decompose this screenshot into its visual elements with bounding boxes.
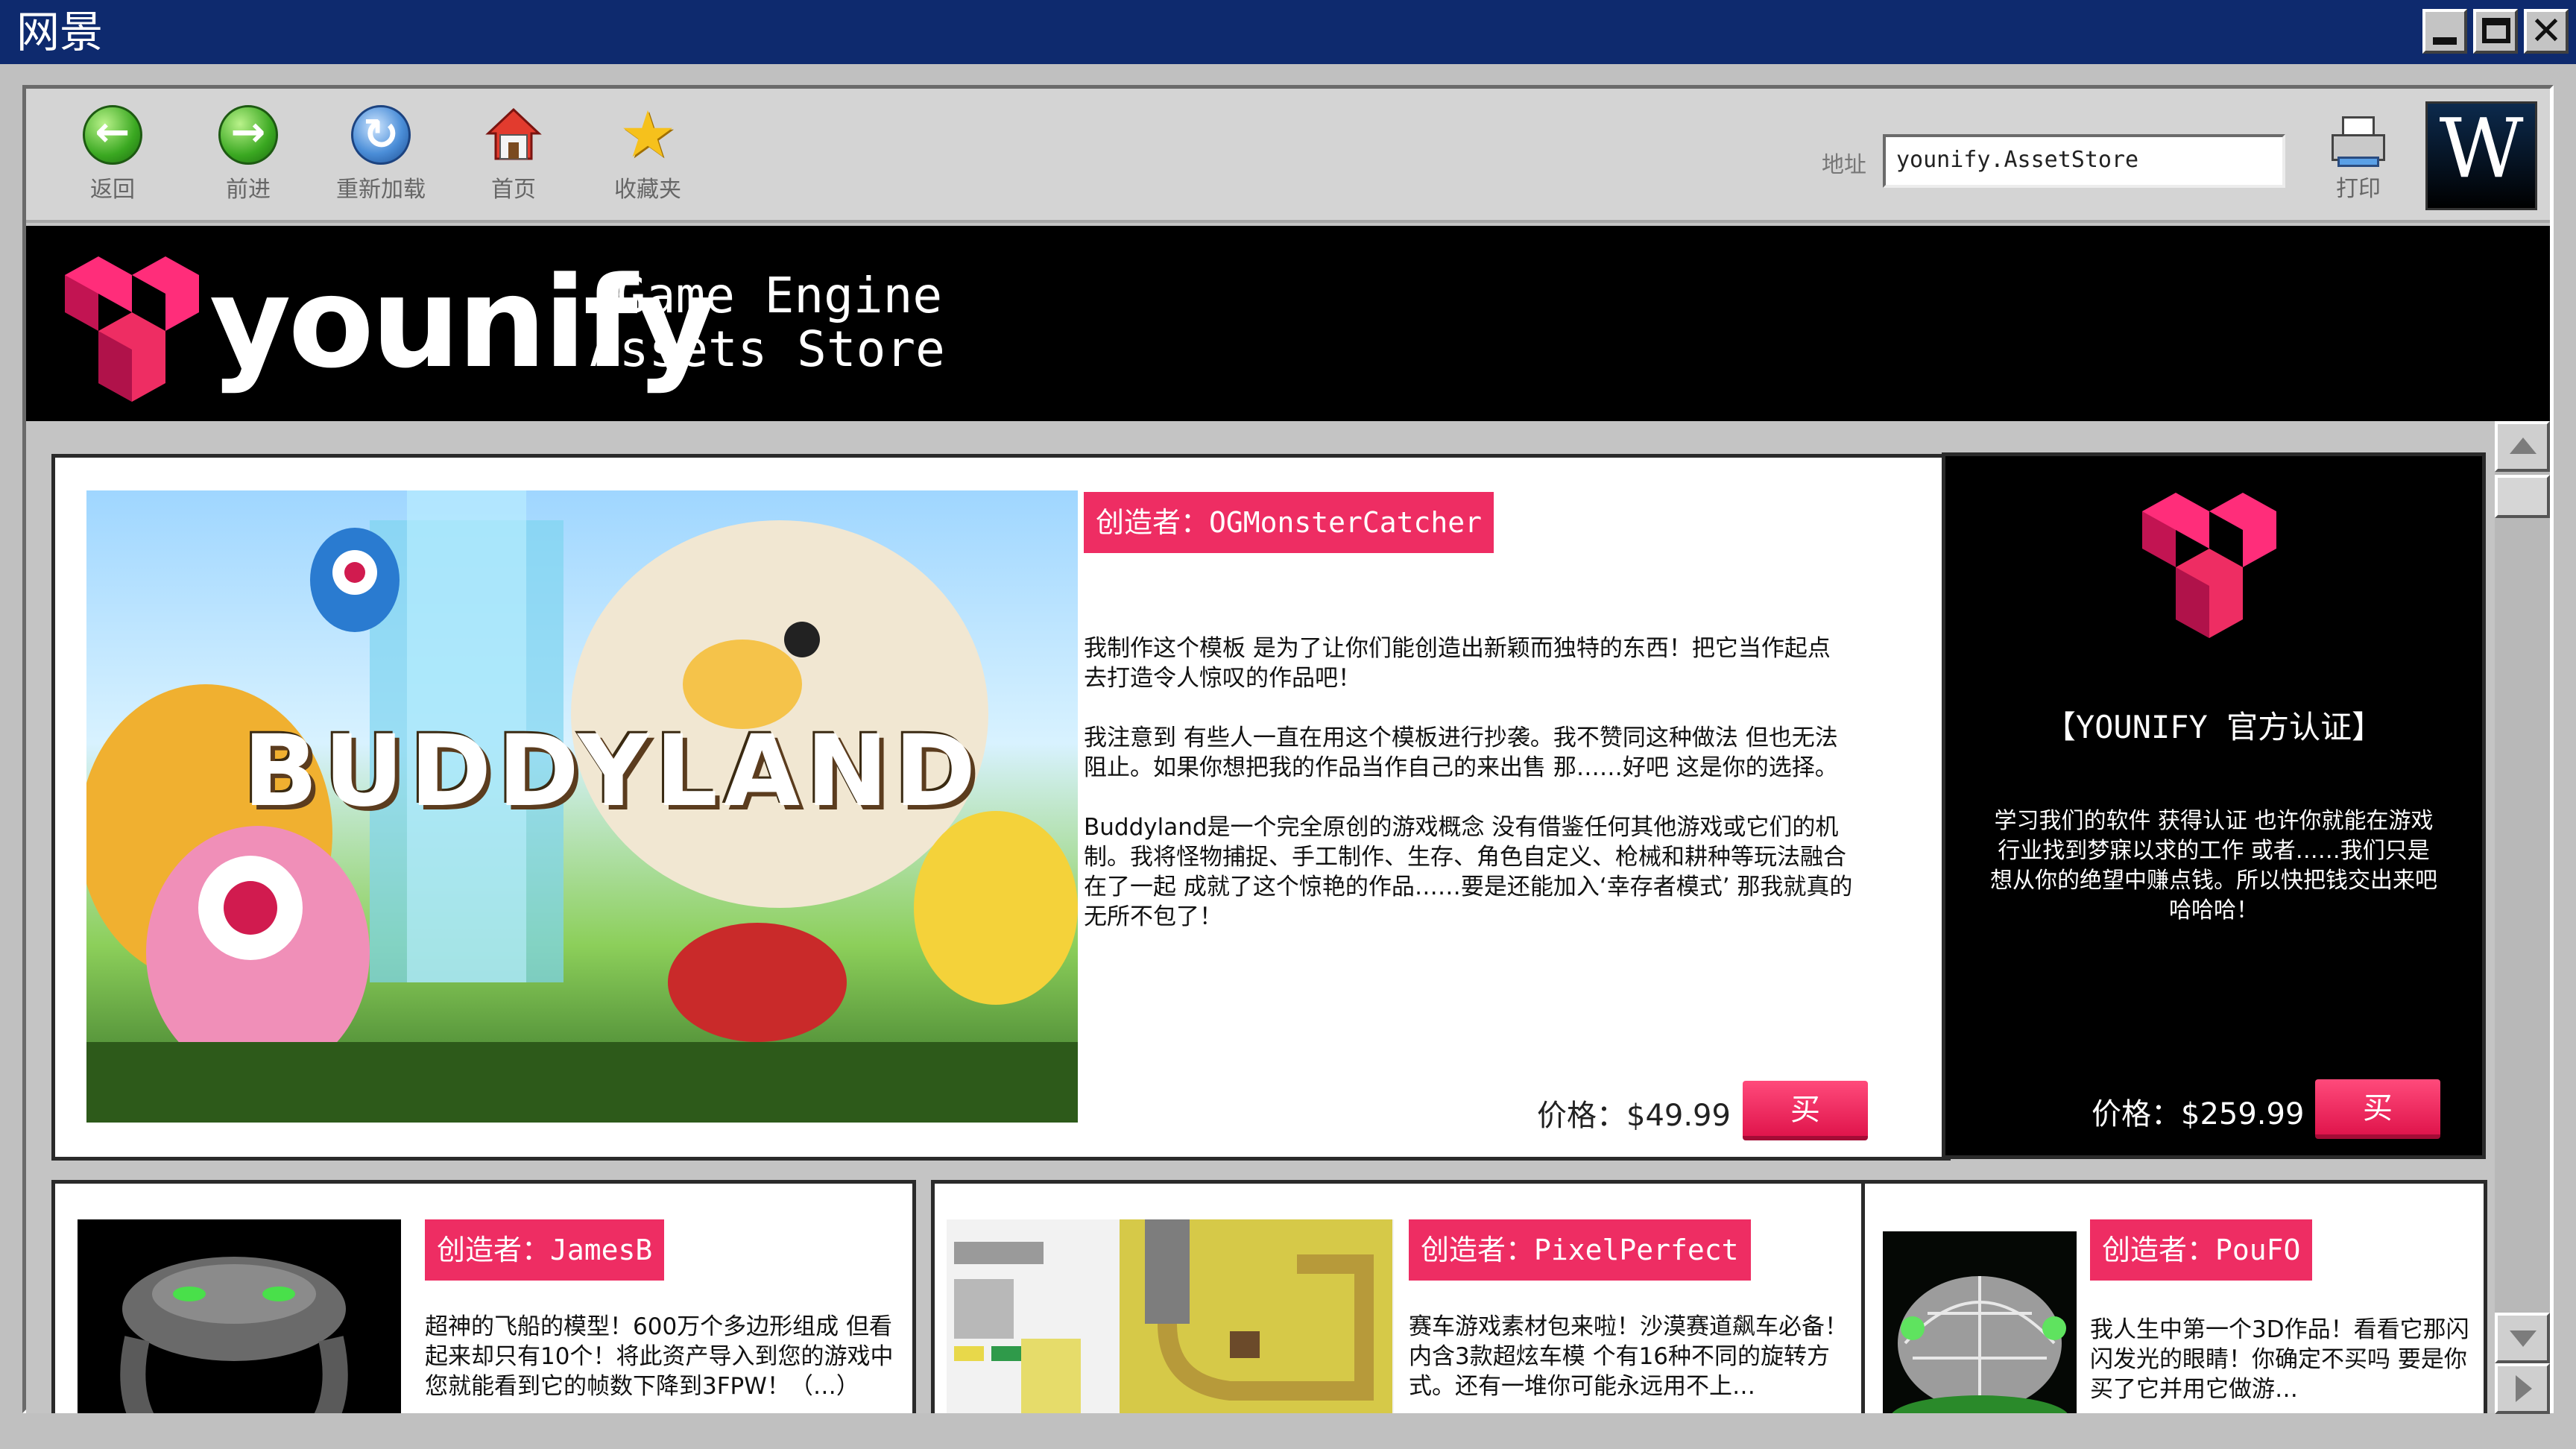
browser-logo: W bbox=[2425, 101, 2537, 210]
favorites-label: 收藏夹 bbox=[614, 177, 681, 203]
site-banner: younify Game Engine Assets Store bbox=[26, 226, 2550, 421]
chevron-down-icon bbox=[2510, 1330, 2536, 1347]
back-label: 返回 bbox=[90, 177, 135, 203]
official-price: 价格：$259.99 bbox=[2092, 1097, 2305, 1131]
window-titlebar: 网景 ✕ bbox=[0, 0, 2576, 64]
forward-label: 前进 bbox=[226, 177, 271, 203]
featured-paragraph-3: Buddyland是一个完全原创的游戏概念 没有借鉴任何其他游戏或它们的机制。我… bbox=[1084, 814, 1853, 930]
reload-icon: ↻ bbox=[351, 105, 411, 165]
address-label: 地址 bbox=[1822, 152, 1866, 178]
featured-description: 我制作这个模板 是为了让你们能创造出新颖而独特的东西！把它当作起点 去打造令人惊… bbox=[1084, 634, 1859, 962]
star-icon: ★ bbox=[619, 98, 677, 172]
forward-arrow-icon: → bbox=[218, 105, 278, 165]
product-description-3d-creature: 我人生中第一个3D作品！看看它那闪闪发光的眼睛！你确定不买吗 要是你买了它并用它… bbox=[2090, 1316, 2469, 1403]
forward-button[interactable]: → 前进 bbox=[196, 105, 300, 209]
product-card-spaceship[interactable]: 创造者：JamesB 超神的飞船的模型！600万个多边形组成 但看起来却只有10… bbox=[51, 1180, 916, 1413]
featured-product-image[interactable]: BUDDYLAND bbox=[86, 490, 1078, 1123]
scroll-up-button[interactable] bbox=[2495, 421, 2550, 472]
dome-creature-art bbox=[1892, 1276, 2068, 1413]
window-title: 网景 bbox=[16, 7, 104, 57]
featured-product-card[interactable]: BUDDYLAND 创造者：OGMonsterCatcher 我制作这个模板 是… bbox=[51, 454, 1951, 1161]
featured-creator-badge[interactable]: 创造者：OGMonsterCatcher bbox=[1084, 492, 1494, 553]
home-button[interactable]: 首页 bbox=[461, 105, 566, 209]
creator-badge-jamesb[interactable]: 创造者：JamesB bbox=[425, 1219, 665, 1281]
official-buy-button[interactable]: 买 bbox=[2315, 1079, 2440, 1139]
chevron-up-icon bbox=[2510, 438, 2536, 454]
page-content: BUDDYLAND 创造者：OGMonsterCatcher 我制作这个模板 是… bbox=[26, 421, 2495, 1413]
browser-logo-letter: W bbox=[2439, 101, 2524, 196]
scroll-right-button[interactable] bbox=[2495, 1363, 2550, 1414]
print-label: 打印 bbox=[2336, 176, 2381, 202]
home-icon bbox=[485, 107, 542, 160]
reload-button[interactable]: ↻ 重新加载 bbox=[329, 105, 433, 209]
scroll-thumb[interactable] bbox=[2495, 475, 2550, 518]
product-card-3d-creature[interactable]: 创造者：PouFO 我人生中第一个3D作品！看看它那闪闪发光的眼睛！你确定不买吗… bbox=[1861, 1180, 2487, 1413]
home-label: 首页 bbox=[491, 177, 536, 203]
maximize-icon bbox=[2482, 18, 2510, 43]
tagline-line-1: Game Engine bbox=[616, 267, 943, 324]
official-description: 学习我们的软件 获得认证 也许你就能在游戏行业找到梦寐以求的工作 或者……我们只… bbox=[1990, 808, 2437, 924]
print-button[interactable]: 打印 bbox=[2320, 116, 2397, 206]
product-description-racing: 赛车游戏素材包来啦！沙漠赛道飙车必备！内含3款超炫车模 个有16种不同的旋转方式… bbox=[1409, 1313, 1848, 1400]
printer-icon bbox=[2329, 116, 2388, 168]
creator-badge-pixelperfect[interactable]: 创造者：PixelPerfect bbox=[1409, 1219, 1751, 1281]
vertical-scrollbar[interactable] bbox=[2495, 421, 2550, 1414]
racing-tileset-art bbox=[954, 1219, 1392, 1413]
younify-logo-icon bbox=[2142, 493, 2276, 638]
spaceship-art bbox=[120, 1257, 348, 1413]
official-title: 【YOUNIFY 官方认证】 bbox=[2044, 709, 2384, 745]
reload-label: 重新加载 bbox=[336, 177, 426, 203]
back-button[interactable]: ← 返回 bbox=[60, 105, 165, 209]
tagline-line-2: Assets Store bbox=[590, 321, 945, 378]
product-image-3d-creature[interactable] bbox=[1883, 1231, 2077, 1413]
product-card-racing[interactable]: 创造者：PixelPerfect 赛车游戏素材包来啦！沙漠赛道飙车必备！内含3款… bbox=[931, 1180, 1870, 1413]
minimize-button[interactable] bbox=[2422, 9, 2467, 54]
featured-paragraph-2: 我注意到 有些人一直在用这个模板进行抄袭。我不赞同这种做法 但也无法阻止。如果你… bbox=[1084, 724, 1838, 781]
scroll-down-button[interactable] bbox=[2495, 1313, 2550, 1363]
featured-art-title: BUDDYLAND bbox=[243, 714, 982, 829]
featured-price: 价格：$49.99 bbox=[1537, 1099, 1731, 1133]
favorites-button[interactable]: ★ 收藏夹 bbox=[596, 98, 700, 209]
featured-buy-button[interactable]: 买 bbox=[1743, 1081, 1868, 1140]
featured-paragraph-1: 我制作这个模板 是为了让你们能创造出新颖而独特的东西！把它当作起点 去打造令人惊… bbox=[1084, 635, 1831, 692]
maximize-button[interactable] bbox=[2473, 9, 2518, 54]
product-image-racing[interactable] bbox=[947, 1219, 1394, 1413]
address-bar-input[interactable]: younify.AssetStore bbox=[1883, 134, 2285, 188]
back-arrow-icon: ← bbox=[83, 105, 142, 165]
close-icon: ✕ bbox=[2530, 9, 2563, 54]
creator-badge-poufo[interactable]: 创造者：PouFO bbox=[2090, 1219, 2313, 1281]
minimize-icon bbox=[2433, 37, 2457, 45]
younify-logo-icon bbox=[65, 256, 199, 402]
official-certification-card[interactable]: 【YOUNIFY 官方认证】 学习我们的软件 获得认证 也许你就能在游戏行业找到… bbox=[1942, 452, 2486, 1159]
brand-tagline: Game Engine Assets Store bbox=[590, 269, 945, 376]
close-button[interactable]: ✕ bbox=[2524, 9, 2569, 54]
chevron-right-icon bbox=[2516, 1375, 2532, 1402]
product-image-spaceship[interactable] bbox=[78, 1219, 401, 1413]
product-description-spaceship: 超神的飞船的模型！600万个多边形组成 但看起来却只有10个！将此资产导入到您的… bbox=[425, 1313, 894, 1400]
